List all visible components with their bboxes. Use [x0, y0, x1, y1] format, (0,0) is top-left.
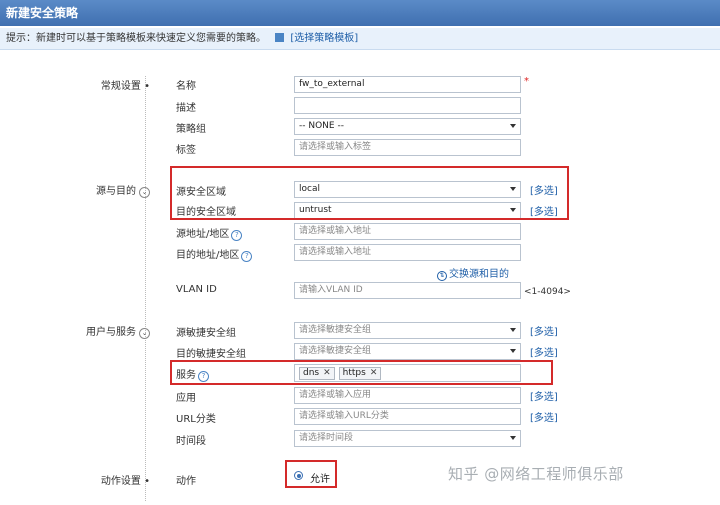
- tag-label: 标签: [176, 145, 196, 156]
- time-label: 时间段: [176, 436, 206, 447]
- src-sec-group-placeholder: 请选择敏捷安全组: [299, 325, 372, 335]
- tag-input[interactable]: 请选择或输入标签: [294, 139, 521, 156]
- section-user-service[interactable]: 用户与服务 ⌄: [60, 323, 150, 339]
- section-action-label: 动作设置: [100, 476, 141, 487]
- swap-src-dst-link[interactable]: ⇅ 交换源和目的: [437, 265, 509, 281]
- policy-group-label: 策略组: [176, 124, 206, 135]
- dialog-title: 新建安全策略: [0, 0, 720, 26]
- url-label: URL分类: [176, 414, 216, 425]
- src-sec-group-multi-link[interactable]: [多选]: [530, 323, 558, 338]
- help-icon[interactable]: ?: [231, 230, 243, 241]
- url-input[interactable]: 请选择或输入URL分类: [294, 408, 521, 425]
- swap-icon: ⇅: [437, 271, 447, 281]
- section-dot: •: [144, 476, 150, 487]
- src-sec-group-label: 源敏捷安全组: [176, 328, 236, 339]
- dst-sec-group-placeholder: 请选择敏捷安全组: [299, 346, 372, 356]
- src-sec-group-select[interactable]: 请选择敏捷安全组: [294, 322, 521, 339]
- section-toggle-icon[interactable]: ⌄: [139, 187, 150, 198]
- src-addr-input[interactable]: 请选择或输入地址: [294, 223, 521, 240]
- url-multi-link[interactable]: [多选]: [530, 409, 558, 424]
- app-multi-link[interactable]: [多选]: [530, 388, 558, 403]
- template-icon: [275, 33, 285, 42]
- chevron-down-icon: [510, 124, 516, 128]
- section-dot: •: [144, 81, 150, 92]
- watermark: 知乎 @网络工程师俱乐部: [448, 465, 624, 483]
- time-placeholder: 请选择时间段: [299, 433, 354, 443]
- select-template-link[interactable]: [选择策略模板]: [290, 33, 358, 44]
- dst-sec-group-select[interactable]: 请选择敏捷安全组: [294, 343, 521, 360]
- section-general: 常规设置 •: [60, 77, 150, 92]
- chevron-down-icon: [510, 328, 516, 332]
- highlight-service-box: [170, 360, 553, 385]
- desc-label: 描述: [176, 103, 196, 114]
- dst-sec-group-label: 目的敏捷安全组: [176, 349, 246, 360]
- section-divider: [145, 76, 146, 501]
- dst-addr-label: 目的地址/地区?: [176, 246, 253, 262]
- chevron-down-icon: [510, 436, 516, 440]
- policy-group-select[interactable]: -- NONE --: [294, 118, 521, 135]
- app-label: 应用: [176, 393, 196, 404]
- src-addr-label-text: 源地址/地区: [176, 229, 230, 240]
- help-icon[interactable]: ?: [241, 251, 253, 262]
- swap-label: 交换源和目的: [449, 269, 509, 280]
- dst-sec-group-multi-link[interactable]: [多选]: [530, 344, 558, 359]
- section-user-service-label: 用户与服务: [86, 327, 136, 338]
- time-select[interactable]: 请选择时间段: [294, 430, 521, 447]
- section-general-label: 常规设置: [100, 81, 141, 92]
- vlan-input[interactable]: 请输入VLAN ID: [294, 282, 521, 299]
- required-mark: *: [524, 76, 529, 87]
- section-source-dest[interactable]: 源与目的 ⌄: [60, 182, 150, 198]
- action-label: 动作: [176, 476, 196, 487]
- hint-bar: 提示：新建时可以基于策略模板来快速定义您需要的策略。 [选择策略模板]: [0, 28, 720, 50]
- section-source-dest-label: 源与目的: [96, 186, 136, 197]
- hint-text: 提示：新建时可以基于策略模板来快速定义您需要的策略。: [6, 33, 266, 44]
- dst-addr-input[interactable]: 请选择或输入地址: [294, 244, 521, 261]
- section-toggle-icon[interactable]: ⌄: [139, 328, 150, 339]
- highlight-action-box: [285, 460, 337, 488]
- policy-group-value: -- NONE --: [299, 121, 344, 131]
- section-action: 动作设置 •: [60, 472, 150, 487]
- vlan-range-hint: <1-4094>: [524, 287, 571, 297]
- name-label: 名称: [176, 81, 196, 92]
- desc-input[interactable]: [294, 97, 521, 114]
- name-input[interactable]: fw_to_external: [294, 76, 521, 93]
- highlight-zone-box: [170, 166, 569, 220]
- app-input[interactable]: 请选择或输入应用: [294, 387, 521, 404]
- vlan-label: VLAN ID: [176, 284, 217, 295]
- src-addr-label: 源地址/地区?: [176, 225, 243, 241]
- chevron-down-icon: [510, 349, 516, 353]
- dst-addr-label-text: 目的地址/地区: [176, 250, 240, 261]
